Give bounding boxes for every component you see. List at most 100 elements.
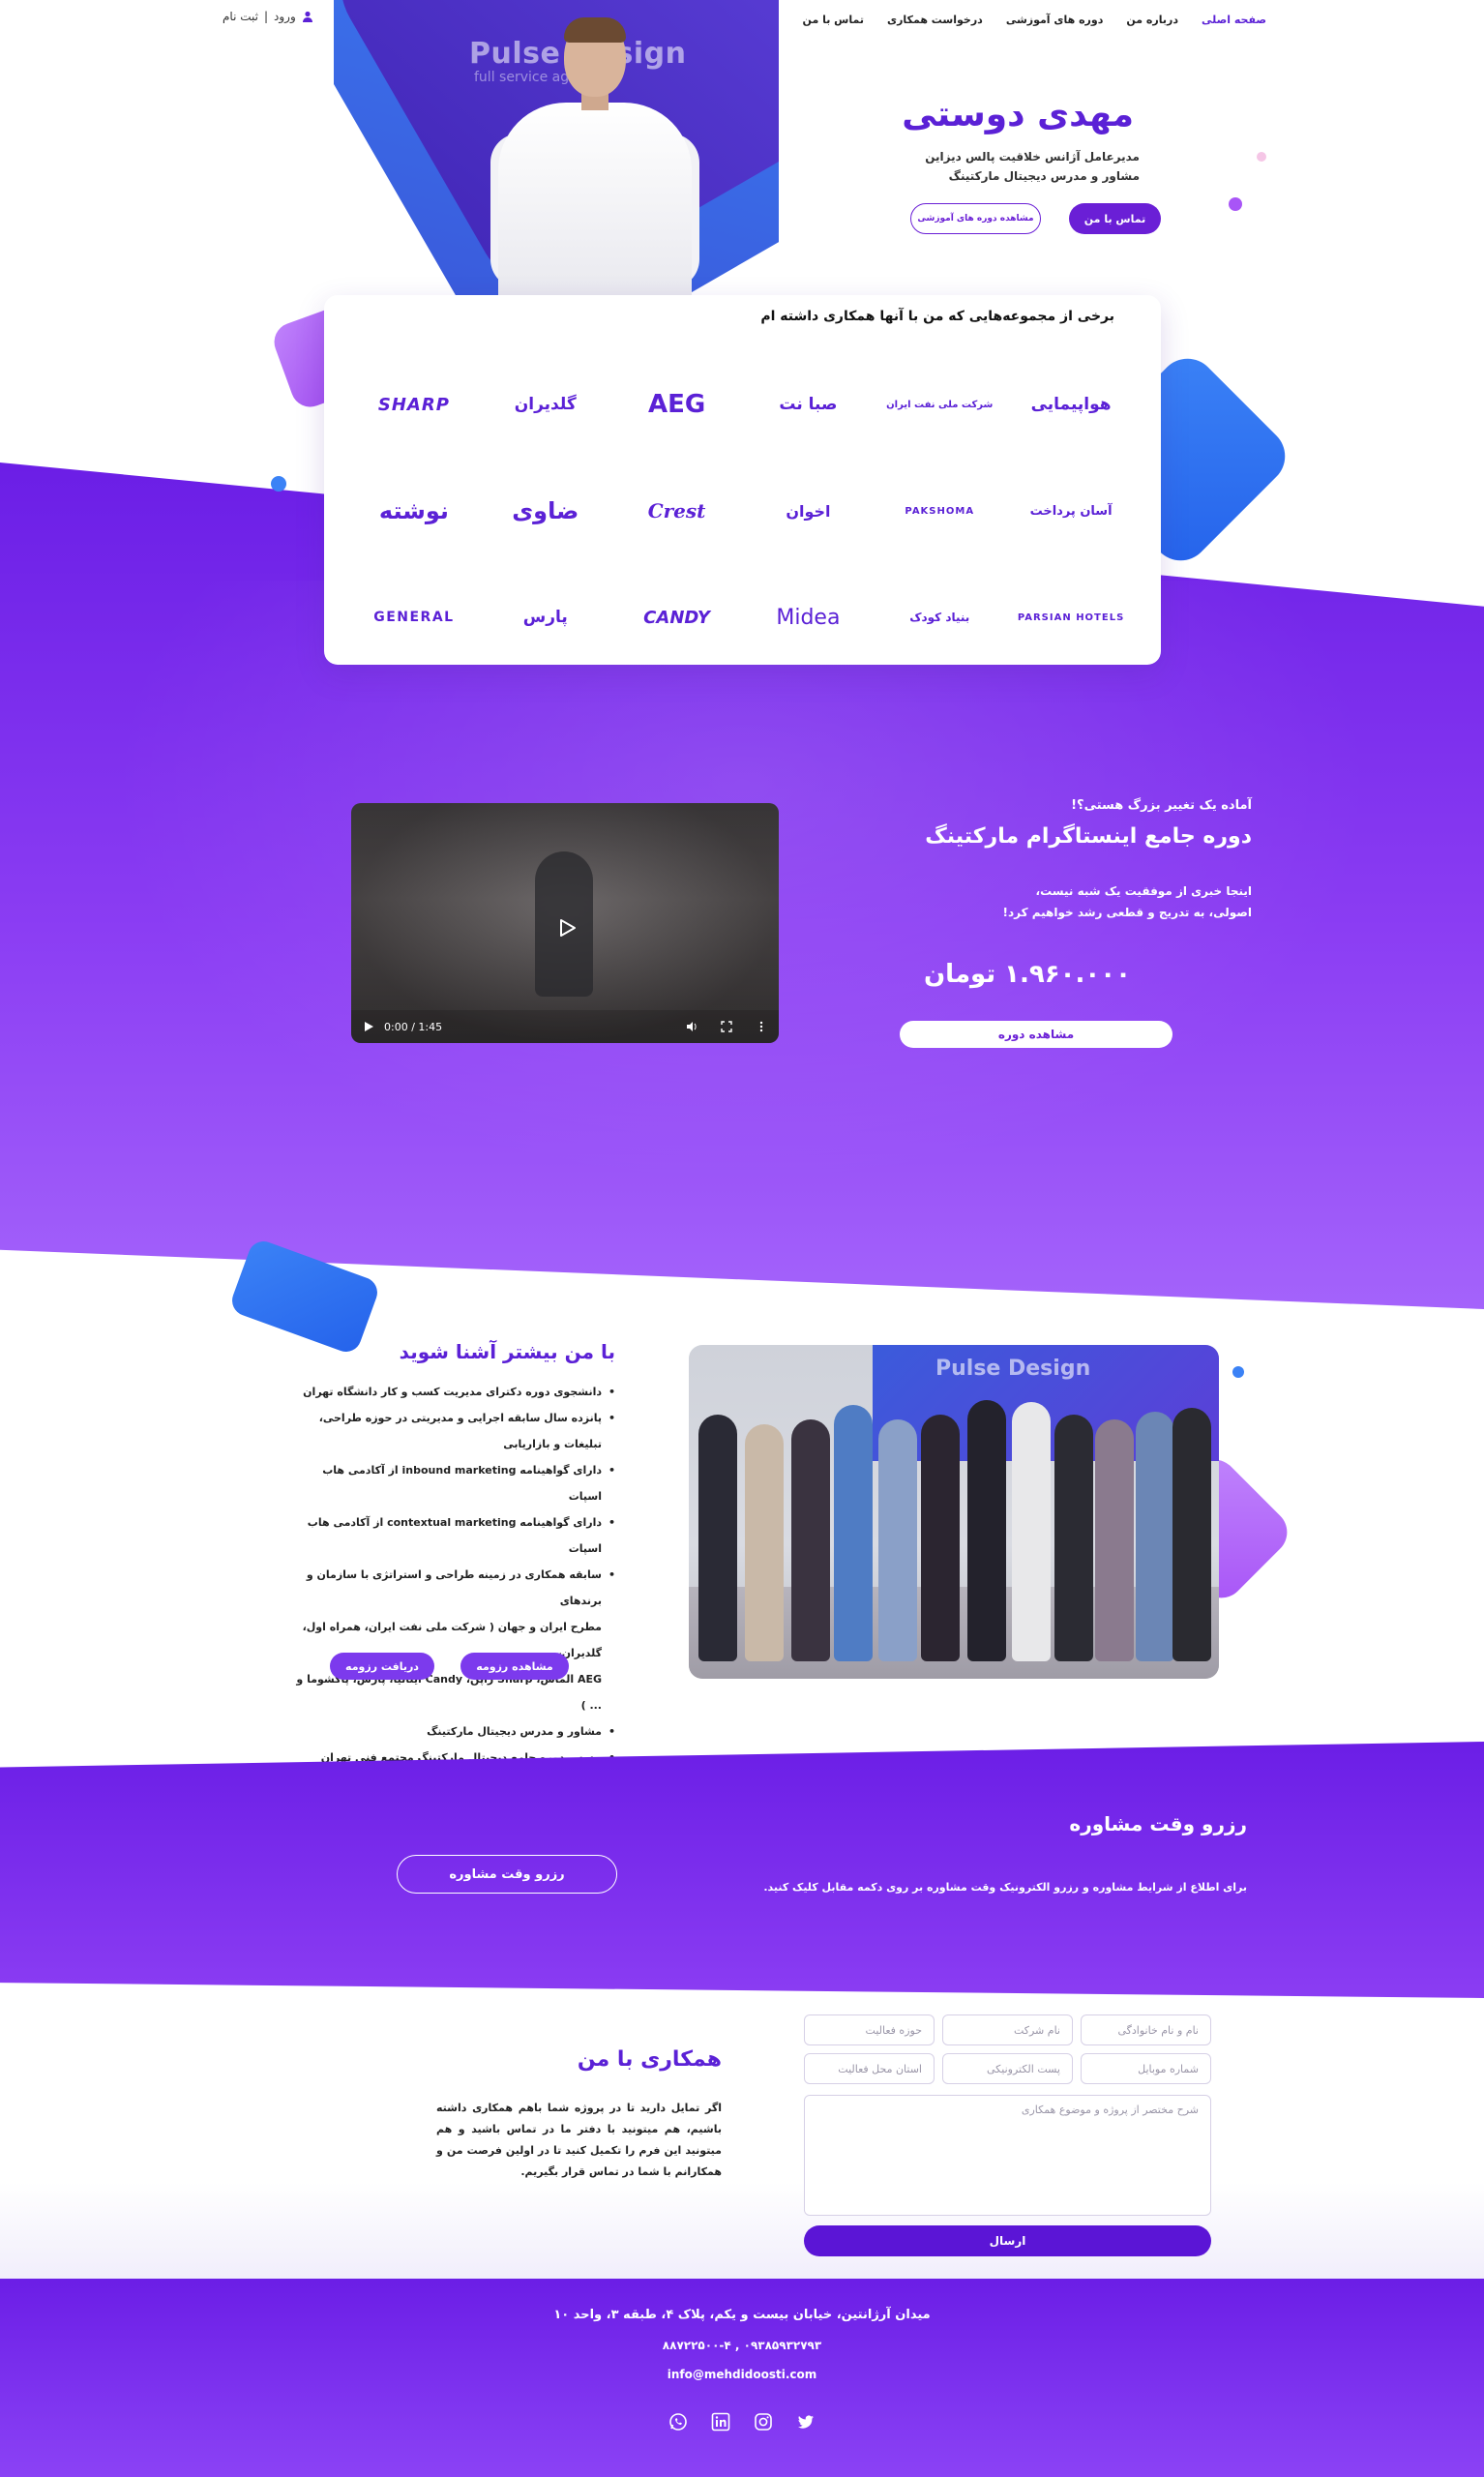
client-logo-midea: Midea [776, 605, 841, 630]
client-logo-bonyad-koodak: بنیاد کودک [909, 611, 970, 624]
video-time: 0:00 / 1:45 [384, 1020, 443, 1033]
main-nav: صفحه اصلی درباره من دوره های آموزشی درخو… [803, 14, 1266, 26]
hero-photo: Pulse Design full service agency [334, 0, 779, 295]
nav-cooperation[interactable]: درخواست همکاری [887, 14, 983, 26]
list-item: پانزده سال سابقه اجرایی و مدیریتی در حوز… [286, 1405, 615, 1457]
client-logo-neveshte: نوشته [378, 497, 449, 524]
course-description-2: اصولی، به تدریج و قطعی رشد خواهیم کرد! [1002, 906, 1252, 919]
person-figure [878, 1419, 917, 1661]
name-field[interactable] [1081, 2014, 1211, 2045]
course-video-player[interactable]: 0:00 / 1:45 [351, 803, 779, 1043]
consult-section-background [0, 1742, 1484, 1998]
person-figure [834, 1405, 873, 1661]
social-links [0, 2412, 1484, 2432]
coop-section-background [0, 2182, 1484, 2279]
email-field[interactable] [942, 2053, 1073, 2084]
client-logo-nioc: شرکت ملی نفت ایران [886, 399, 994, 410]
client-logo-candy: CANDY [643, 607, 710, 628]
client-logo-akhavan-text: اخوان [786, 501, 831, 521]
decor-dot [271, 476, 286, 492]
client-logo-asanpardakht: آسان پرداخت [1029, 503, 1113, 519]
province-field[interactable] [804, 2053, 935, 2084]
mobile-field[interactable] [1081, 2053, 1211, 2084]
client-logo-crest: Crest [647, 499, 706, 522]
footer-email[interactable]: info@mehdidoosti.com [0, 2368, 1484, 2381]
nav-home[interactable]: صفحه اصلی [1202, 14, 1266, 26]
consult-title: رزرو وقت مشاوره [1069, 1812, 1247, 1835]
client-logo-zavi: ضاوی [512, 497, 579, 524]
course-price: ۱.۹۶۰.۰۰۰ تومان [923, 960, 1131, 989]
coop-description: اگر تمایل دارید تا در پروژه شما باهم همک… [436, 2102, 722, 2178]
hero-portrait [489, 17, 701, 295]
client-logo-akhavan: اخوان [742, 458, 874, 564]
client-logo-airline: هواپیمایی [1030, 395, 1112, 414]
client-logo-sharp: SHARP [377, 394, 450, 415]
user-icon [302, 11, 312, 22]
download-resume-button[interactable]: دریافت رزومه [330, 1653, 434, 1680]
person-figure [745, 1424, 784, 1661]
video-controls: 0:00 / 1:45 [351, 1010, 779, 1043]
team-photo: Pulse Design [689, 1345, 1219, 1679]
list-item: دانشجوی دوره دکترای مدیریت کسب و کار دان… [286, 1379, 615, 1405]
client-logo-general: GENERAL [373, 610, 455, 625]
list-item: دارای گواهینامه inbound marketing از آکا… [286, 1457, 615, 1509]
nav-contact[interactable]: تماس با من [803, 14, 864, 26]
project-description-field[interactable] [804, 2095, 1211, 2216]
decor-dot [1229, 197, 1242, 211]
play-small-icon[interactable] [363, 1021, 374, 1032]
clients-logo-grid: SHARP گلدیران AEG صبا نت شرکت ملی نفت ای… [348, 351, 1137, 671]
linkedin-icon[interactable] [711, 2412, 730, 2432]
person-figure [1136, 1412, 1174, 1661]
hero-role-2: مشاور و مدرس دیجیتال مارکتینگ [948, 169, 1140, 183]
list-item: سابقه همکاری در زمینه طراحی و استراتژی ب… [286, 1562, 615, 1614]
fullscreen-icon[interactable] [721, 1021, 732, 1032]
clients-title: برخی از مجموعه‌هایی که من با آنها همکاری… [760, 309, 1114, 324]
volume-icon[interactable] [686, 1021, 697, 1032]
coop-title: همکاری با من [577, 2047, 722, 2072]
client-logo-sabanet: صبا نت [779, 395, 838, 414]
decor-dot [1232, 1366, 1244, 1378]
view-courses-button[interactable]: مشاهده دوره های آموزشی [910, 203, 1041, 234]
decor-dot [1257, 152, 1266, 162]
list-item: مشاور و مدرس دیجیتال مارکتینگ [286, 1718, 615, 1745]
course-description: اینجا خبری از موفقیت یک شبه نیست، [1035, 884, 1252, 898]
person-figure [698, 1415, 737, 1661]
footer: میدان آرژانتین، خیابان بیست و یکم، پلاک … [0, 2279, 1484, 2477]
whatsapp-icon[interactable] [668, 2412, 688, 2432]
about-title: با من بیشتر آشنا شوید [399, 1340, 615, 1363]
login-separator: | [263, 10, 269, 23]
twitter-icon[interactable] [796, 2412, 816, 2432]
book-consultation-button[interactable]: رزرو وقت مشاوره [397, 1855, 617, 1894]
hero-role: مدیرعامل آژانس خلاقیت پالس دیزاین [925, 150, 1140, 164]
person-figure [1054, 1415, 1093, 1661]
person-figure [1012, 1402, 1051, 1661]
client-logo-pars: پارس [522, 608, 568, 627]
clients-card: برخی از مجموعه‌هایی که من با آنها همکاری… [324, 295, 1161, 665]
client-logo-parsian-hotels: PARSIAN HOTELS [1017, 612, 1125, 623]
footer-address: میدان آرژانتین، خیابان بیست و یکم، پلاک … [553, 2308, 931, 2322]
client-logo-goldiran: گلدیران [514, 395, 577, 414]
login-link[interactable]: ورود [274, 10, 296, 23]
footer-phone: ۰۹۳۸۵۹۳۲۷۹۳ , ۸۸۷۲۲۵۰۰-۴ [662, 2339, 822, 2352]
play-icon[interactable] [556, 917, 578, 939]
person-figure [921, 1415, 960, 1661]
person-figure [1095, 1419, 1134, 1661]
hero-name: مهدی دوستی [902, 95, 1134, 134]
nav-courses[interactable]: دوره های آموزشی [1006, 14, 1104, 26]
send-button[interactable]: ارسال [804, 2225, 1211, 2256]
consult-description: برای اطلاع از شرایط مشاوره و رزرو الکترو… [763, 1881, 1247, 1894]
client-logo-pakshoma: PAKSHOMA [905, 505, 975, 517]
contact-button[interactable]: تماس با من [1069, 203, 1161, 234]
person-figure [1172, 1408, 1211, 1661]
activity-field[interactable] [804, 2014, 935, 2045]
instagram-icon[interactable] [754, 2412, 773, 2432]
nav-about[interactable]: درباره من [1126, 14, 1178, 26]
view-resume-button[interactable]: مشاهده رزومه [460, 1653, 569, 1680]
view-course-button[interactable]: مشاهده دوره [900, 1021, 1172, 1048]
register-link[interactable]: ثبت نام [223, 10, 258, 23]
team-photo-sign: Pulse Design [935, 1357, 1091, 1381]
about-list: دانشجوی دوره دکترای مدیریت کسب و کار دان… [286, 1379, 615, 1771]
more-options-icon[interactable] [756, 1021, 767, 1032]
course-kicker: آماده یک تغییر بزرگ هستی؟! [1071, 798, 1252, 813]
company-field[interactable] [942, 2014, 1073, 2045]
